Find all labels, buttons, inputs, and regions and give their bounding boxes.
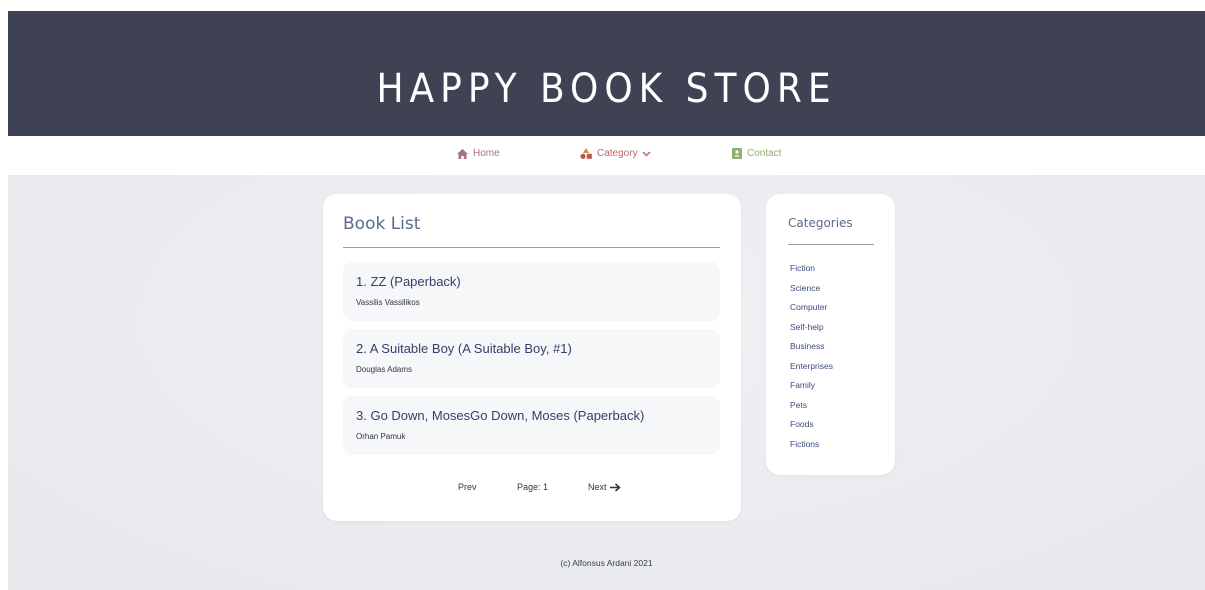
category-link[interactable]: Science [790, 282, 833, 302]
home-icon [457, 148, 468, 159]
nav-category-label: Category [597, 148, 638, 159]
book-item[interactable]: 3. Go Down, MosesGo Down, Moses (Paperba… [343, 396, 720, 455]
book-title: 1. ZZ (Paperback) [356, 274, 461, 289]
categories-title: Categories [788, 216, 853, 230]
next-label: Next [588, 482, 607, 492]
chevron-down-icon [642, 150, 651, 157]
arrow-right-icon [609, 482, 621, 492]
category-link[interactable]: Computer [790, 301, 833, 321]
contact-book-icon [732, 148, 742, 159]
nav-category-dropdown[interactable]: Category [580, 148, 651, 159]
categories-card: Categories Fiction Science Computer Self… [766, 194, 895, 475]
book-item[interactable]: 1. ZZ (Paperback) Vassilis Vassilikos [343, 262, 720, 321]
category-link[interactable]: Enterprises [790, 360, 833, 380]
book-author: Orhan Pamuk [356, 432, 406, 441]
book-title: 2. A Suitable Boy (A Suitable Boy, #1) [356, 341, 572, 356]
site-header: HAPPY BOOK STORE [8, 11, 1205, 136]
nav-home-label: Home [473, 148, 500, 159]
nav-bar: Home Category Contact [8, 136, 1205, 175]
nav-contact-label: Contact [747, 148, 782, 159]
divider [343, 247, 720, 248]
footer-copyright: (c) Alfonsus Ardani 2021 [560, 558, 653, 568]
category-link[interactable]: Self-help [790, 321, 833, 341]
category-link[interactable]: Foods [790, 418, 833, 438]
shapes-icon [580, 148, 592, 159]
category-link[interactable]: Fiction [790, 262, 833, 282]
book-author: Vassilis Vassilikos [356, 298, 420, 307]
book-item[interactable]: 2. A Suitable Boy (A Suitable Boy, #1) D… [343, 329, 720, 388]
book-author: Douglas Adams [356, 365, 413, 374]
next-button[interactable]: Next [588, 482, 621, 492]
divider [788, 244, 874, 245]
category-link[interactable]: Pets [790, 399, 833, 419]
category-link[interactable]: Family [790, 379, 833, 399]
site-title: HAPPY BOOK STORE [376, 65, 837, 112]
book-list-card: Book List 1. ZZ (Paperback) Vassilis Vas… [323, 194, 741, 521]
page-frame: HAPPY BOOK STORE Home Category Contact B… [8, 11, 1205, 590]
prev-button[interactable]: Prev [458, 482, 477, 492]
page-indicator: Page: 1 [517, 482, 549, 492]
category-list: Fiction Science Computer Self-help Busin… [790, 262, 833, 457]
nav-home-link[interactable]: Home [457, 148, 500, 159]
category-link[interactable]: Fictions [790, 438, 833, 458]
category-link[interactable]: Business [790, 340, 833, 360]
book-list-title: Book List [343, 214, 421, 234]
nav-contact-link[interactable]: Contact [732, 148, 781, 159]
main-content: Book List 1. ZZ (Paperback) Vassilis Vas… [8, 175, 1205, 590]
book-title: 3. Go Down, MosesGo Down, Moses (Paperba… [356, 408, 645, 423]
